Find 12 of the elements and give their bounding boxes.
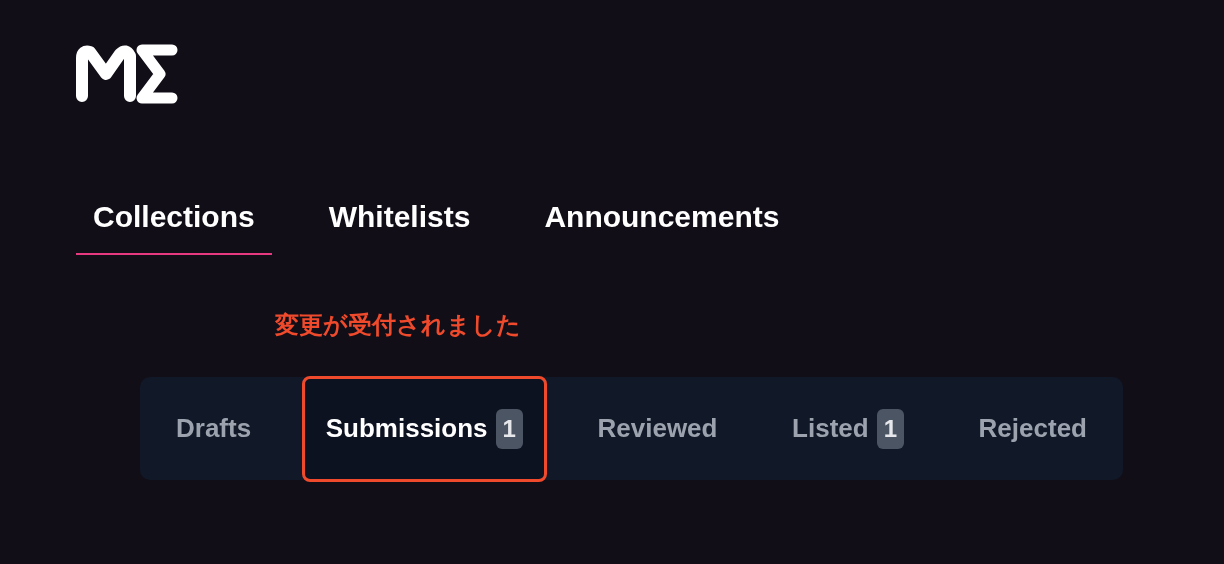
- filter-tab[interactable]: Drafts: [152, 375, 276, 482]
- filter-tab[interactable]: Rejected: [954, 375, 1111, 482]
- nav-tab[interactable]: Collections: [76, 190, 272, 255]
- filter-tab[interactable]: Submissions 1: [301, 375, 547, 482]
- filter-tab[interactable]: Reviewed: [573, 375, 742, 482]
- logo-icon: [76, 44, 178, 104]
- filter-tab[interactable]: Listed 1: [768, 375, 928, 482]
- count-badge: 1: [495, 408, 523, 449]
- annotation-text: 変更が受付されました: [275, 313, 522, 337]
- nav-tab[interactable]: Whitelists: [311, 190, 488, 255]
- nav-tab[interactable]: Announcements: [527, 190, 797, 255]
- count-badge: 1: [876, 408, 904, 449]
